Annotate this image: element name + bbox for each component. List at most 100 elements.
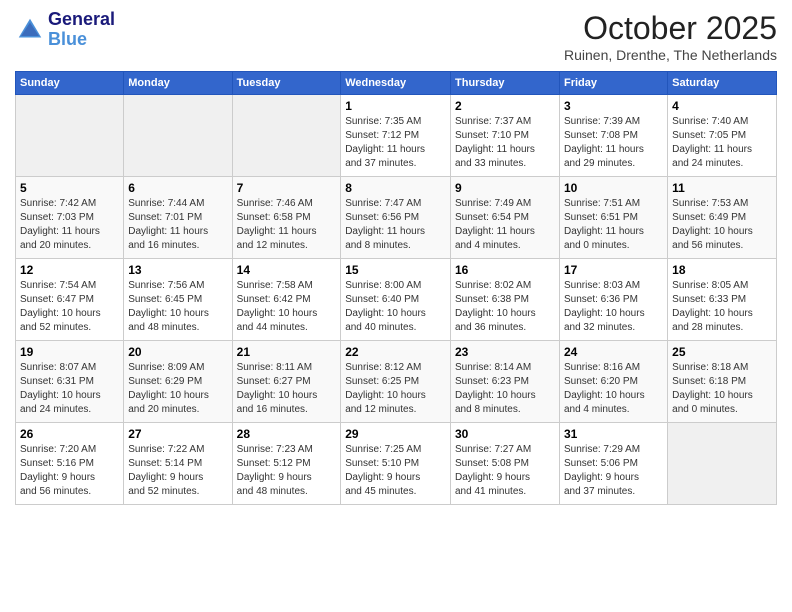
col-saturday: Saturday bbox=[668, 72, 777, 95]
day-info: Sunrise: 8:00 AM Sunset: 6:40 PM Dayligh… bbox=[345, 279, 446, 335]
day-info: Sunrise: 7:39 AM Sunset: 7:08 PM Dayligh… bbox=[564, 115, 663, 171]
calendar-header: Sunday Monday Tuesday Wednesday Thursday… bbox=[16, 72, 777, 95]
calendar-week-0: 1 Sunrise: 7:35 AM Sunset: 7:12 PM Daylig… bbox=[16, 95, 777, 177]
day-info: Sunrise: 8:12 AM Sunset: 6:25 PM Dayligh… bbox=[345, 361, 446, 417]
col-sunday: Sunday bbox=[16, 72, 124, 95]
day-info: Sunrise: 8:02 AM Sunset: 6:38 PM Dayligh… bbox=[455, 279, 555, 335]
header: General Blue October 2025 Ruinen, Drenth… bbox=[15, 10, 777, 63]
day-info: Sunrise: 7:40 AM Sunset: 7:05 PM Dayligh… bbox=[672, 115, 772, 171]
month-title: October 2025 bbox=[564, 10, 777, 47]
day-number: 18 bbox=[672, 263, 772, 277]
day-number: 26 bbox=[20, 427, 119, 441]
page: General Blue October 2025 Ruinen, Drenth… bbox=[0, 0, 792, 515]
calendar-cell: 30 Sunrise: 7:27 AM Sunset: 5:08 PM Dayli… bbox=[451, 423, 560, 505]
day-info: Sunrise: 7:44 AM Sunset: 7:01 PM Dayligh… bbox=[128, 197, 227, 253]
day-info: Sunrise: 7:25 AM Sunset: 5:10 PM Dayligh… bbox=[345, 443, 446, 499]
calendar-cell: 19 Sunrise: 8:07 AM Sunset: 6:31 PM Dayli… bbox=[16, 341, 124, 423]
day-info: Sunrise: 7:49 AM Sunset: 6:54 PM Dayligh… bbox=[455, 197, 555, 253]
calendar-cell: 26Sunrise: 7:20 AM Sunset: 5:16 PM Dayli… bbox=[16, 423, 124, 505]
calendar-cell: 31 Sunrise: 7:29 AM Sunset: 5:06 PM Dayli… bbox=[559, 423, 667, 505]
day-number: 19 bbox=[20, 345, 119, 359]
calendar-cell: 10 Sunrise: 7:51 AM Sunset: 6:51 PM Dayli… bbox=[559, 177, 667, 259]
day-number: 1 bbox=[345, 99, 446, 113]
day-number: 31 bbox=[564, 427, 663, 441]
day-number: 30 bbox=[455, 427, 555, 441]
calendar-cell: 17 Sunrise: 8:03 AM Sunset: 6:36 PM Dayli… bbox=[559, 259, 667, 341]
calendar-cell bbox=[668, 423, 777, 505]
day-info: Sunrise: 7:27 AM Sunset: 5:08 PM Dayligh… bbox=[455, 443, 555, 499]
day-info: Sunrise: 7:47 AM Sunset: 6:56 PM Dayligh… bbox=[345, 197, 446, 253]
calendar-cell: 7 Sunrise: 7:46 AM Sunset: 6:58 PM Daylig… bbox=[232, 177, 341, 259]
calendar-cell: 3 Sunrise: 7:39 AM Sunset: 7:08 PM Daylig… bbox=[559, 95, 667, 177]
calendar-week-1: 5 Sunrise: 7:42 AM Sunset: 7:03 PM Daylig… bbox=[16, 177, 777, 259]
calendar-cell: 14 Sunrise: 7:58 AM Sunset: 6:42 PM Dayli… bbox=[232, 259, 341, 341]
day-info: Sunrise: 8:11 AM Sunset: 6:27 PM Dayligh… bbox=[237, 361, 337, 417]
calendar-cell: 5 Sunrise: 7:42 AM Sunset: 7:03 PM Daylig… bbox=[16, 177, 124, 259]
day-info: Sunrise: 7:51 AM Sunset: 6:51 PM Dayligh… bbox=[564, 197, 663, 253]
calendar-cell: 1 Sunrise: 7:35 AM Sunset: 7:12 PM Daylig… bbox=[341, 95, 451, 177]
day-number: 7 bbox=[237, 181, 337, 195]
day-number: 28 bbox=[237, 427, 337, 441]
col-wednesday: Wednesday bbox=[341, 72, 451, 95]
logo-icon bbox=[15, 15, 45, 45]
calendar-week-2: 12Sunrise: 7:54 AM Sunset: 6:47 PM Dayli… bbox=[16, 259, 777, 341]
day-info: Sunrise: 7:46 AM Sunset: 6:58 PM Dayligh… bbox=[237, 197, 337, 253]
calendar-cell: 6Sunrise: 7:44 AM Sunset: 7:01 PM Daylig… bbox=[124, 177, 232, 259]
day-number: 22 bbox=[345, 345, 446, 359]
day-info: Sunrise: 7:29 AM Sunset: 5:06 PM Dayligh… bbox=[564, 443, 663, 499]
day-info: Sunrise: 8:05 AM Sunset: 6:33 PM Dayligh… bbox=[672, 279, 772, 335]
calendar-cell bbox=[124, 95, 232, 177]
day-number: 15 bbox=[345, 263, 446, 277]
calendar-cell: 2Sunrise: 7:37 AM Sunset: 7:10 PM Daylig… bbox=[451, 95, 560, 177]
calendar-cell: 27Sunrise: 7:22 AM Sunset: 5:14 PM Dayli… bbox=[124, 423, 232, 505]
calendar-cell: 29 Sunrise: 7:25 AM Sunset: 5:10 PM Dayli… bbox=[341, 423, 451, 505]
day-info: Sunrise: 7:22 AM Sunset: 5:14 PM Dayligh… bbox=[128, 443, 227, 499]
calendar-cell: 11 Sunrise: 7:53 AM Sunset: 6:49 PM Dayli… bbox=[668, 177, 777, 259]
day-number: 10 bbox=[564, 181, 663, 195]
calendar-body: 1 Sunrise: 7:35 AM Sunset: 7:12 PM Daylig… bbox=[16, 95, 777, 505]
day-number: 11 bbox=[672, 181, 772, 195]
day-number: 21 bbox=[237, 345, 337, 359]
day-number: 3 bbox=[564, 99, 663, 113]
title-area: October 2025 Ruinen, Drenthe, The Nether… bbox=[564, 10, 777, 63]
location-title: Ruinen, Drenthe, The Netherlands bbox=[564, 47, 777, 63]
day-number: 17 bbox=[564, 263, 663, 277]
calendar-cell bbox=[16, 95, 124, 177]
calendar-cell: 28 Sunrise: 7:23 AM Sunset: 5:12 PM Dayli… bbox=[232, 423, 341, 505]
calendar-cell: 21 Sunrise: 8:11 AM Sunset: 6:27 PM Dayli… bbox=[232, 341, 341, 423]
calendar-cell: 18 Sunrise: 8:05 AM Sunset: 6:33 PM Dayli… bbox=[668, 259, 777, 341]
day-info: Sunrise: 7:35 AM Sunset: 7:12 PM Dayligh… bbox=[345, 115, 446, 171]
day-number: 29 bbox=[345, 427, 446, 441]
calendar-cell: 8 Sunrise: 7:47 AM Sunset: 6:56 PM Daylig… bbox=[341, 177, 451, 259]
logo: General Blue bbox=[15, 10, 115, 50]
calendar-cell: 15 Sunrise: 8:00 AM Sunset: 6:40 PM Dayli… bbox=[341, 259, 451, 341]
calendar-cell: 20Sunrise: 8:09 AM Sunset: 6:29 PM Dayli… bbox=[124, 341, 232, 423]
day-info: Sunrise: 7:54 AM Sunset: 6:47 PM Dayligh… bbox=[20, 279, 119, 335]
day-number: 25 bbox=[672, 345, 772, 359]
calendar-cell: 22 Sunrise: 8:12 AM Sunset: 6:25 PM Dayli… bbox=[341, 341, 451, 423]
day-number: 14 bbox=[237, 263, 337, 277]
day-number: 8 bbox=[345, 181, 446, 195]
day-info: Sunrise: 7:23 AM Sunset: 5:12 PM Dayligh… bbox=[237, 443, 337, 499]
col-monday: Monday bbox=[124, 72, 232, 95]
calendar-cell: 16Sunrise: 8:02 AM Sunset: 6:38 PM Dayli… bbox=[451, 259, 560, 341]
day-info: Sunrise: 7:58 AM Sunset: 6:42 PM Dayligh… bbox=[237, 279, 337, 335]
day-info: Sunrise: 8:14 AM Sunset: 6:23 PM Dayligh… bbox=[455, 361, 555, 417]
calendar-cell: 24Sunrise: 8:16 AM Sunset: 6:20 PM Dayli… bbox=[559, 341, 667, 423]
day-info: Sunrise: 7:53 AM Sunset: 6:49 PM Dayligh… bbox=[672, 197, 772, 253]
day-info: Sunrise: 8:18 AM Sunset: 6:18 PM Dayligh… bbox=[672, 361, 772, 417]
calendar-table: Sunday Monday Tuesday Wednesday Thursday… bbox=[15, 71, 777, 505]
day-info: Sunrise: 8:03 AM Sunset: 6:36 PM Dayligh… bbox=[564, 279, 663, 335]
day-number: 9 bbox=[455, 181, 555, 195]
day-number: 24 bbox=[564, 345, 663, 359]
day-info: Sunrise: 7:42 AM Sunset: 7:03 PM Dayligh… bbox=[20, 197, 119, 253]
day-info: Sunrise: 8:09 AM Sunset: 6:29 PM Dayligh… bbox=[128, 361, 227, 417]
logo-text: General Blue bbox=[48, 10, 115, 50]
day-number: 5 bbox=[20, 181, 119, 195]
day-number: 4 bbox=[672, 99, 772, 113]
day-number: 13 bbox=[128, 263, 227, 277]
day-info: Sunrise: 8:07 AM Sunset: 6:31 PM Dayligh… bbox=[20, 361, 119, 417]
calendar-week-3: 19 Sunrise: 8:07 AM Sunset: 6:31 PM Dayli… bbox=[16, 341, 777, 423]
day-number: 23 bbox=[455, 345, 555, 359]
calendar-cell: 4 Sunrise: 7:40 AM Sunset: 7:05 PM Daylig… bbox=[668, 95, 777, 177]
